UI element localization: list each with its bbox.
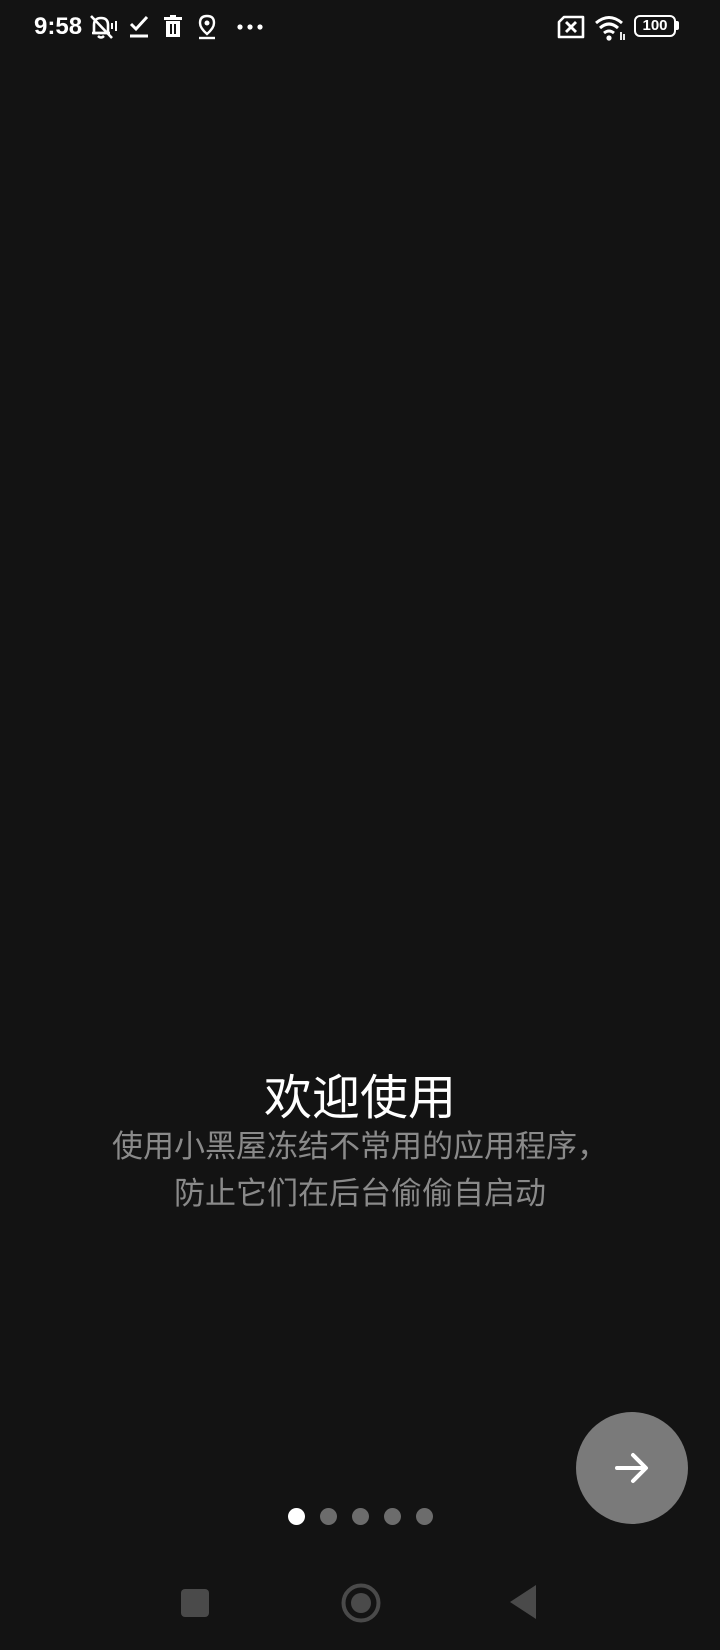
bell-muted-icon — [90, 15, 117, 39]
download-done-icon — [129, 15, 149, 38]
page-dot-3[interactable] — [352, 1508, 369, 1525]
next-button[interactable] — [576, 1412, 688, 1524]
page-dot-5[interactable] — [416, 1508, 433, 1525]
status-time: 9:58 — [34, 13, 83, 40]
trash-icon — [164, 15, 182, 37]
description-line-2: 防止它们在后台偷偷自启动 — [174, 1176, 546, 1212]
status-bar: 9:58 100 — [0, 0, 720, 56]
system-nav-bar — [0, 1570, 720, 1650]
page-dot-2[interactable] — [320, 1508, 337, 1525]
more-dots-icon — [237, 24, 263, 30]
welcome-title: 欢迎使用 — [263, 1070, 456, 1126]
battery-level: 100 — [642, 17, 668, 34]
wifi-icon — [595, 16, 625, 41]
home-circle-icon[interactable] — [340, 1582, 382, 1624]
location-pin-icon — [198, 14, 216, 40]
description-line-1: 使用小黑屋冻结不常用的应用程序， — [112, 1129, 608, 1165]
back-triangle-icon[interactable] — [508, 1584, 538, 1620]
page-dot-4[interactable] — [384, 1508, 401, 1525]
sim-error-icon — [557, 15, 585, 39]
page-dot-1[interactable] — [288, 1508, 305, 1525]
arrow-right-icon — [615, 1453, 648, 1483]
recents-square-icon[interactable] — [180, 1588, 210, 1618]
battery-icon: 100 — [634, 15, 679, 37]
welcome-description: 使用小黑屋冻结不常用的应用程序， 防止它们在后台偷偷自启动 — [60, 1124, 660, 1218]
